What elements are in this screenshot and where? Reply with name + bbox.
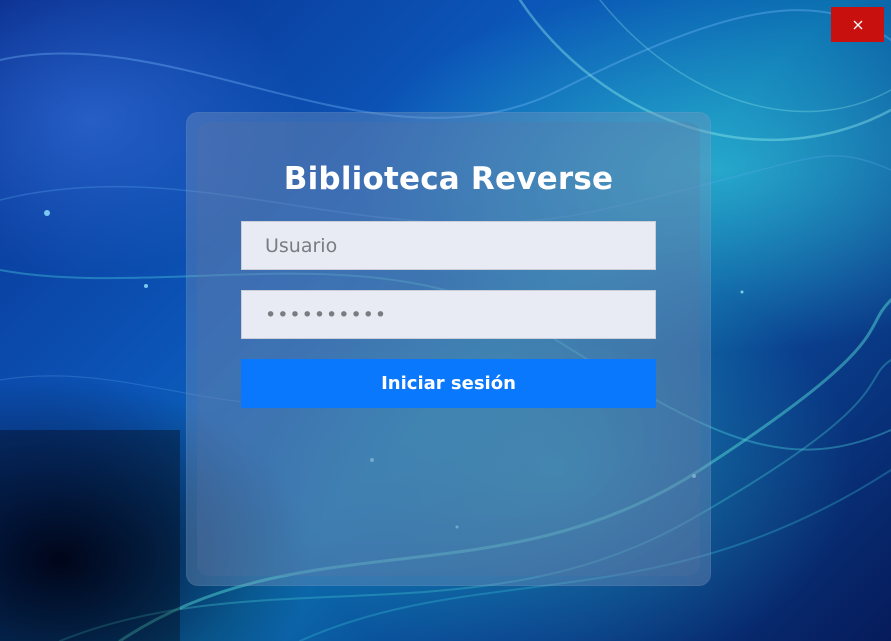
app-title: Biblioteca Reverse: [283, 161, 614, 197]
password-field[interactable]: ••••••••••: [241, 290, 656, 339]
close-button[interactable]: [831, 7, 884, 42]
close-icon: [853, 20, 862, 29]
password-value: ••••••••••: [265, 303, 388, 326]
username-placeholder: Usuario: [265, 234, 338, 257]
login-button-label: Iniciar sesión: [381, 373, 516, 394]
username-field[interactable]: Usuario: [241, 221, 656, 270]
login-button[interactable]: Iniciar sesión: [241, 359, 656, 408]
